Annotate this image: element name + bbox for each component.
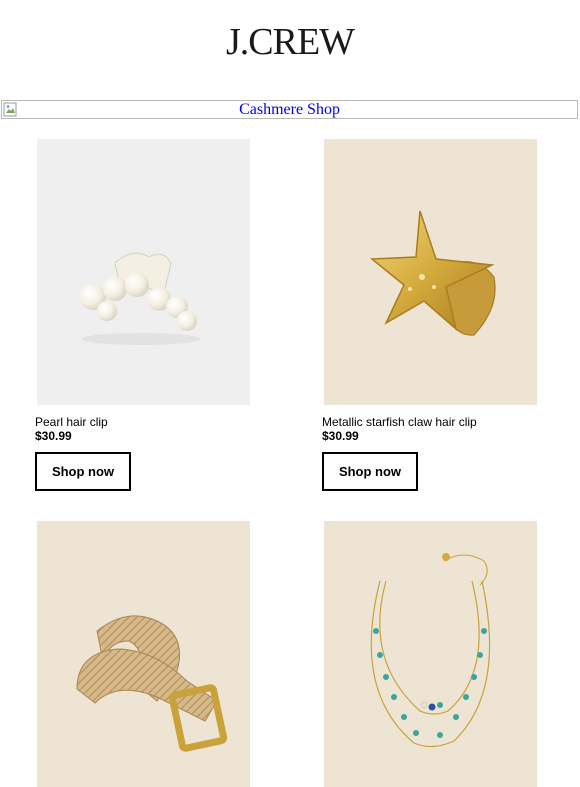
starfish-hair-clip-image[interactable] [324,139,537,405]
pearl-hair-clip-icon [80,252,201,345]
product-price: $30.99 [322,429,359,443]
woven-belt-icon [76,615,228,752]
product-name: Pearl hair clip [35,415,108,429]
shop-now-button[interactable]: Shop now [322,452,418,491]
shop-now-button[interactable]: Shop now [35,452,131,491]
product-name: Metallic starfish claw hair clip [322,415,477,429]
cashmere-shop-link[interactable]: Cashmere Shop [2,101,577,118]
brand-logo[interactable]: J.CREW [0,20,580,64]
layered-necklace-icon [370,553,491,748]
woven-belt-image[interactable] [37,521,250,787]
necklace-image[interactable] [324,521,537,787]
starfish-hair-clip-icon [369,210,496,336]
cashmere-shop-banner[interactable]: Cashmere Shop [1,100,578,119]
pearl-hair-clip-image[interactable] [37,139,250,405]
product-price: $30.99 [35,429,72,443]
